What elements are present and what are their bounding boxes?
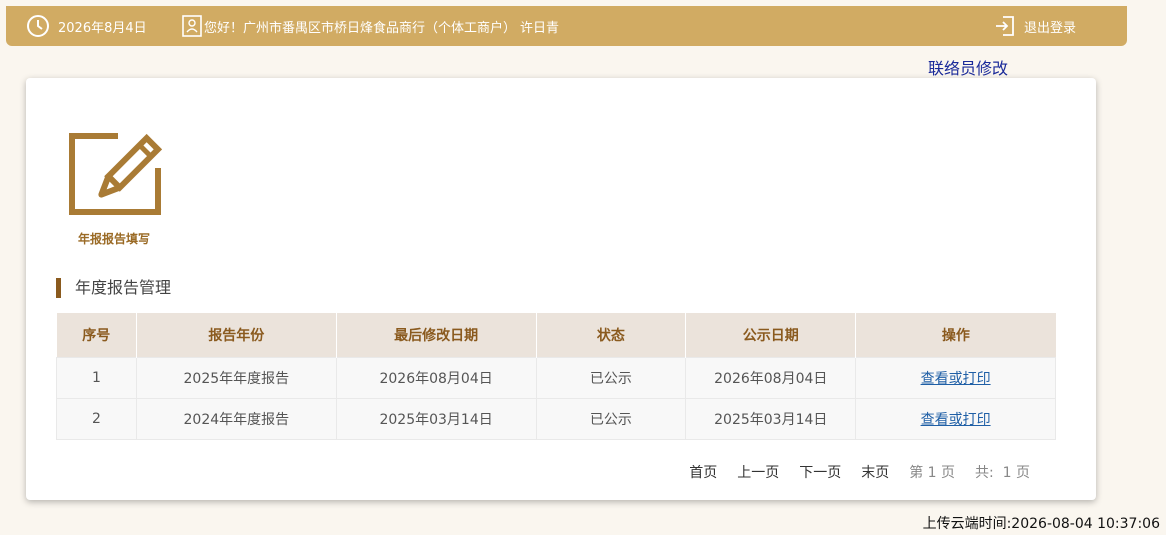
header-report-year: 报告年份 (136, 313, 337, 357)
header-status: 状态 (536, 313, 687, 357)
pager-first-button[interactable]: 首页 (689, 462, 717, 482)
cell-report-year: 2024年年度报告 (135, 397, 337, 440)
logout-button[interactable]: 退出登录 (994, 6, 1076, 46)
header-greeting: 您好！广州市番禺区市桥日烽食品商行（个体工商户） (182, 6, 516, 46)
cell-last-modified: 2025年03月14日 (335, 397, 537, 440)
cell-status: 已公示 (535, 356, 687, 399)
upload-time: 上传云端时间:2026-08-04 10:37:06 (922, 516, 1160, 532)
logout-icon (994, 15, 1016, 37)
header-greeting-text: 您好！广州市番禺区市桥日烽食品商行（个体工商户） (204, 20, 517, 36)
view-print-link[interactable]: 查看或打印 (921, 412, 991, 428)
table-header-row: 序号 报告年份 最后修改日期 状态 公示日期 操作 (56, 313, 1056, 357)
cell-action: 查看或打印 (855, 397, 1056, 440)
pagination: 首页 上一页 下一页 末页 第 1 页 共: 1 页 (669, 462, 1030, 482)
cell-action: 查看或打印 (855, 356, 1056, 399)
cell-publish-date: 2026年08月04日 (685, 356, 857, 399)
pager-last-button[interactable]: 末页 (861, 462, 889, 482)
header-index: 序号 (56, 313, 137, 357)
view-print-link[interactable]: 查看或打印 (921, 371, 991, 387)
annual-report-fill-tile[interactable]: 年报报告填写 (62, 128, 166, 247)
cell-index: 1 (56, 356, 137, 399)
section-title: 年度报告管理 (56, 278, 171, 298)
pager-total-pages: 共: 1 页 (975, 465, 1030, 481)
cell-publish-date: 2025年03月14日 (685, 397, 857, 440)
pager-current-page: 第 1 页 (909, 465, 956, 481)
header-last-modified: 最后修改日期 (336, 313, 537, 357)
top-header-bar: 2026年8月4日 您好！广州市番禺区市桥日烽食品商行（个体工商户） 许日青 退… (6, 6, 1127, 46)
header-date: 2026年8月4日 (26, 6, 147, 46)
header-date-text: 2026年8月4日 (58, 20, 147, 36)
cell-report-year: 2025年年度报告 (135, 356, 337, 399)
tile-label: 年报报告填写 (77, 232, 150, 246)
header-contact-name: 许日青 (520, 20, 560, 36)
edit-icon (62, 128, 166, 218)
clock-icon (26, 14, 50, 38)
contact-edit-link[interactable]: 联络员修改 (928, 55, 1008, 79)
header-publish-date: 公示日期 (685, 313, 857, 357)
pager-next-button[interactable]: 下一页 (799, 462, 841, 482)
main-card: 年报报告填写 年度报告管理 序号 报告年份 最后修改日期 状态 公示日期 操作 … (26, 78, 1096, 500)
annual-report-table: 序号 报告年份 最后修改日期 状态 公示日期 操作 1 2025年年度报告 20… (56, 313, 1056, 440)
cell-index: 2 (56, 397, 137, 440)
table-row: 1 2025年年度报告 2026年08月04日 已公示 2026年08月04日 … (56, 356, 1056, 399)
header-action: 操作 (855, 313, 1056, 357)
logout-label: 退出登录 (1024, 20, 1077, 36)
cell-last-modified: 2026年08月04日 (335, 356, 537, 399)
user-badge-icon (182, 15, 202, 37)
pager-prev-button[interactable]: 上一页 (737, 462, 779, 482)
table-row: 2 2024年年度报告 2025年03月14日 已公示 2025年03月14日 … (56, 397, 1056, 440)
cell-status: 已公示 (535, 397, 687, 440)
